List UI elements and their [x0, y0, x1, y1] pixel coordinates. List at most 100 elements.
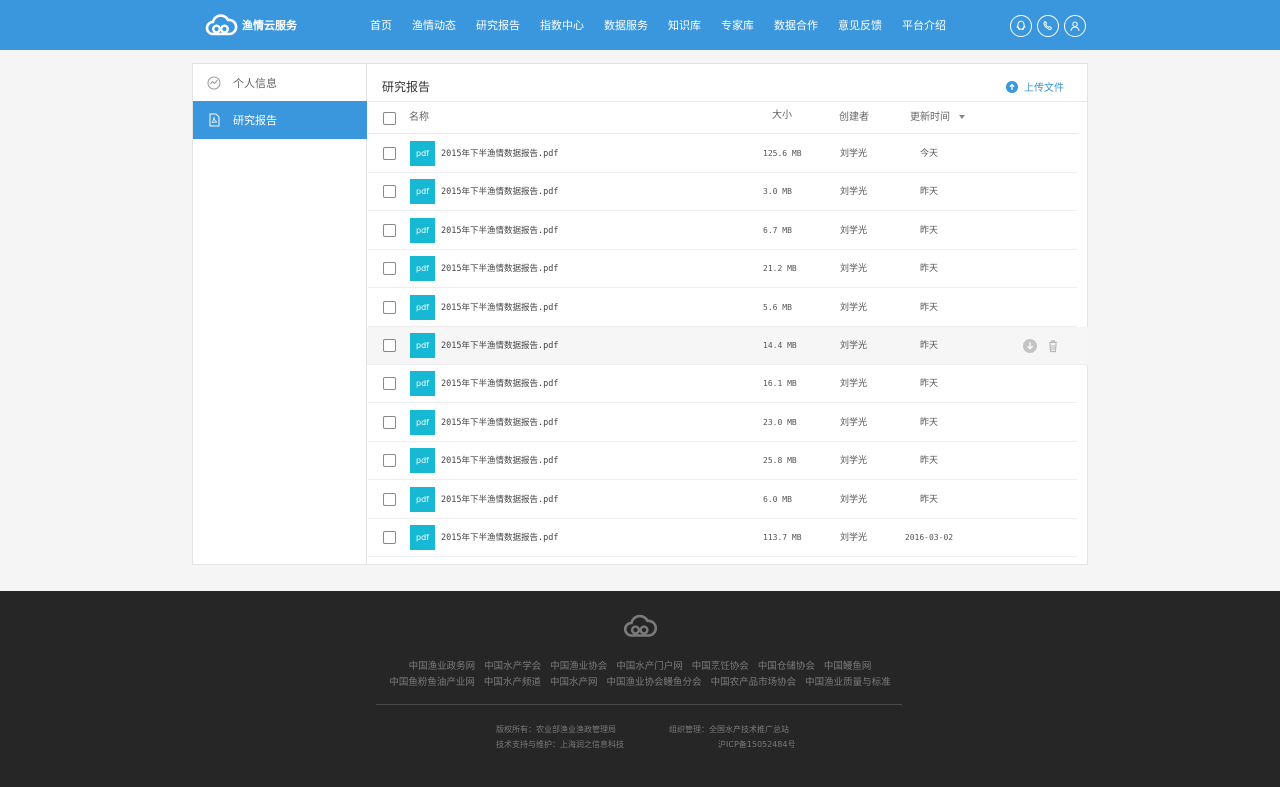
column-name-header: 名称: [409, 112, 429, 123]
file-creator: 刘学光: [840, 302, 868, 313]
table-row[interactable]: pdf 2015年下半渔情数据报告.pdf 125.6 MB 刘学光 今天: [368, 135, 1077, 173]
file-size: 14.4 MB: [763, 341, 797, 350]
row-checkbox[interactable]: [383, 147, 396, 160]
file-name[interactable]: 2015年下半渔情数据报告.pdf: [441, 212, 558, 250]
column-size-header: 大小: [772, 110, 792, 121]
file-name[interactable]: 2015年下半渔情数据报告.pdf: [441, 365, 558, 403]
table-row[interactable]: pdf 2015年下半渔情数据报告.pdf 14.4 MB 刘学光 昨天: [367, 327, 1088, 365]
footer-link[interactable]: 中国渔业质量与标准: [805, 677, 891, 688]
file-updated: 昨天: [919, 264, 938, 275]
pdf-file-icon: pdf: [410, 141, 435, 166]
nav-item-data-service[interactable]: 数据服务: [604, 17, 648, 33]
upload-label: 上传文件: [1024, 83, 1064, 94]
select-all-checkbox[interactable]: [383, 112, 396, 125]
footer-link[interactable]: 中国水产门户网: [616, 661, 683, 672]
table-row[interactable]: pdf 2015年下半渔情数据报告.pdf 3.0 MB 刘学光 昨天: [368, 173, 1077, 212]
header-actions: [1010, 15, 1086, 37]
row-checkbox[interactable]: [383, 339, 396, 352]
table-row[interactable]: pdf 2015年下半渔情数据报告.pdf 6.7 MB 刘学光 昨天: [368, 212, 1077, 250]
qq-icon[interactable]: [1010, 15, 1032, 37]
file-creator: 刘学光: [840, 456, 868, 467]
footer-link[interactable]: 中国烹饪协会: [692, 661, 749, 672]
nav-item-experts[interactable]: 专家库: [721, 17, 754, 33]
row-checkbox[interactable]: [383, 492, 396, 506]
file-name[interactable]: 2015年下半渔情数据报告.pdf: [441, 135, 558, 173]
file-name[interactable]: 2015年下半渔情数据报告.pdf: [441, 250, 558, 288]
upload-icon: [1006, 80, 1018, 93]
table-row[interactable]: pdf 2015年下半渔情数据报告.pdf 113.7 MB 刘学光 2016-03-0…: [368, 519, 1077, 557]
pdf-file-icon: pdf: [410, 294, 435, 320]
phone-icon[interactable]: [1037, 15, 1059, 37]
footer-link[interactable]: 中国仓储协会: [758, 661, 815, 672]
file-name[interactable]: 2015年下半渔情数据报告.pdf: [441, 327, 558, 365]
file-creator: 刘学光: [840, 187, 868, 198]
sidebar-item-label: 个人信息: [233, 76, 277, 90]
sidebar-item-reports[interactable]: 研究报告: [193, 101, 367, 139]
table-header: 名称 大小 创建者 更新时间: [368, 102, 1077, 134]
nav-item-about[interactable]: 平台介绍: [902, 17, 946, 33]
nav-item-cooperation[interactable]: 数据合作: [774, 17, 818, 33]
pdf-file-icon: [207, 113, 221, 127]
row-checkbox[interactable]: [383, 185, 396, 199]
nav-item-knowledge[interactable]: 知识库: [668, 17, 701, 33]
footer-link[interactable]: 中国鱼粉鱼油产业网: [389, 677, 475, 688]
file-size: 113.7 MB: [763, 533, 802, 542]
nav-item-news[interactable]: 渔情动态: [412, 17, 456, 33]
nav-item-reports[interactable]: 研究报告: [476, 17, 520, 33]
row-checkbox[interactable]: [383, 531, 396, 544]
row-checkbox[interactable]: [383, 454, 396, 468]
row-checkbox[interactable]: [383, 262, 396, 276]
file-size: 23.0 MB: [763, 417, 797, 427]
table-row[interactable]: pdf 2015年下半渔情数据报告.pdf 5.6 MB 刘学光 昨天: [368, 289, 1077, 327]
file-name[interactable]: 2015年下半渔情数据报告.pdf: [441, 289, 558, 327]
footer-link[interactable]: 中国农产品市场协会: [711, 677, 797, 688]
column-updated-label: 更新时间: [910, 112, 950, 123]
user-icon[interactable]: [1064, 15, 1086, 37]
file-name[interactable]: 2015年下半渔情数据报告.pdf: [441, 481, 558, 519]
file-creator: 刘学光: [840, 264, 868, 275]
reports-main: 研究报告 上传文件 名称 大小 创建者 更新时间 pdf 2015年下半渔情数据报…: [367, 64, 1088, 564]
table-row[interactable]: pdf 2015年下半渔情数据报告.pdf 21.2 MB 刘学光 昨天: [368, 250, 1077, 289]
row-checkbox[interactable]: [383, 415, 396, 429]
nav-item-feedback[interactable]: 意见反馈: [838, 17, 882, 33]
file-creator: 刘学光: [840, 533, 868, 543]
table-row[interactable]: pdf 2015年下半渔情数据报告.pdf 25.8 MB 刘学光 昨天: [368, 442, 1077, 481]
file-updated: 昨天: [919, 456, 938, 467]
row-checkbox[interactable]: [383, 300, 396, 314]
file-updated: 2016-03-02: [904, 533, 954, 542]
file-name[interactable]: 2015年下半渔情数据报告.pdf: [441, 173, 558, 211]
table-row[interactable]: pdf 2015年下半渔情数据报告.pdf 16.1 MB 刘学光 昨天: [368, 365, 1077, 404]
row-checkbox[interactable]: [383, 223, 396, 237]
footer-link[interactable]: 中国水产频道: [484, 677, 541, 688]
pdf-file-icon: pdf: [410, 486, 435, 512]
column-updated-header[interactable]: 更新时间: [910, 102, 966, 134]
file-name[interactable]: 2015年下半渔情数据报告.pdf: [441, 404, 558, 442]
footer-link[interactable]: 中国渔业政务网: [409, 661, 476, 672]
file-name[interactable]: 2015年下半渔情数据报告.pdf: [441, 442, 558, 480]
footer-link[interactable]: 中国渔业协会鳗鱼分会: [607, 677, 702, 688]
cloud-logo-icon: [623, 614, 658, 637]
footer-link[interactable]: 中国水产网: [550, 677, 598, 688]
upload-button[interactable]: 上传文件: [1006, 79, 1064, 94]
table-row[interactable]: pdf 2015年下半渔情数据报告.pdf 6.0 MB 刘学光 昨天: [368, 481, 1077, 519]
file-updated: 昨天: [919, 225, 938, 236]
page-title: 研究报告: [382, 80, 431, 94]
top-header: 渔情云服务 首页 渔情动态 研究报告 指数中心 数据服务 知识库 专家库 数据合…: [0, 0, 1280, 50]
file-name[interactable]: 2015年下半渔情数据报告.pdf: [441, 519, 558, 557]
pdf-file-icon: pdf: [410, 371, 435, 397]
footer-link[interactable]: 中国渔业协会: [550, 661, 607, 672]
footer: 中国渔业政务网 中国水产学会 中国渔业协会 中国水产门户网 中国烹饪协会 中国仓…: [0, 591, 1280, 787]
trash-icon[interactable]: [1046, 339, 1060, 353]
pdf-file-icon: pdf: [410, 179, 435, 205]
nav-item-index-center[interactable]: 指数中心: [540, 17, 584, 33]
brand-logo[interactable]: 渔情云服务: [204, 12, 297, 38]
table-row[interactable]: pdf 2015年下半渔情数据报告.pdf 23.0 MB 刘学光 昨天: [368, 404, 1077, 442]
footer-copyright: 版权所有：农业部渔业渔政管理局: [496, 725, 616, 734]
nav-item-home[interactable]: 首页: [370, 17, 392, 33]
download-icon[interactable]: [1023, 339, 1037, 353]
file-creator: 刘学光: [840, 341, 868, 351]
footer-link[interactable]: 中国鳗鱼网: [824, 661, 872, 672]
row-checkbox[interactable]: [383, 377, 396, 391]
footer-link[interactable]: 中国水产学会: [484, 661, 541, 672]
sidebar-item-profile[interactable]: 个人信息: [193, 64, 367, 102]
